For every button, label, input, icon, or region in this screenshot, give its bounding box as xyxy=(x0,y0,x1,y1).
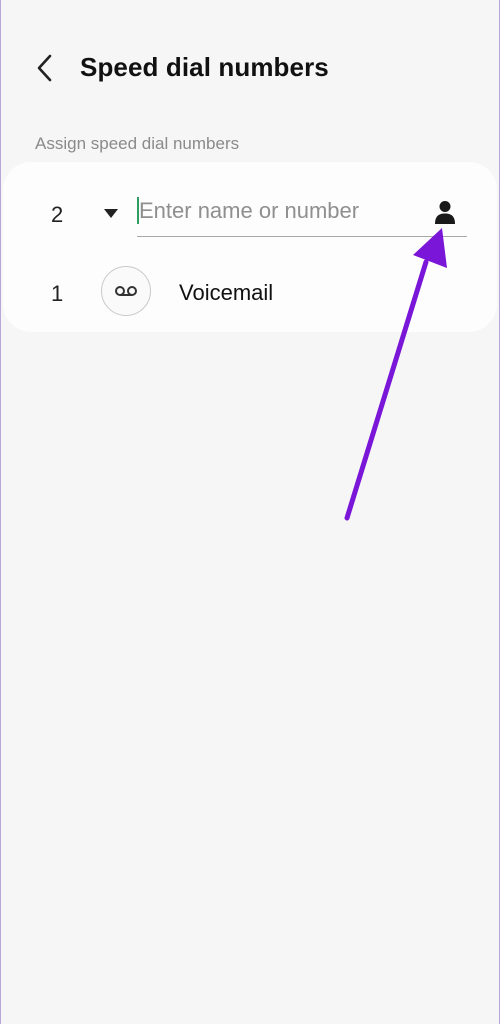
section-label: Assign speed dial numbers xyxy=(35,134,240,153)
person-icon xyxy=(435,201,455,224)
chevron-left-icon xyxy=(37,54,52,82)
speed-dial-card: 2 1 xyxy=(3,162,497,332)
name-or-number-field-wrap xyxy=(137,192,467,237)
page-title: Speed dial numbers xyxy=(80,52,329,82)
contacts-button[interactable] xyxy=(429,196,461,228)
assign-speed-dial-row: 2 xyxy=(3,162,497,262)
app-header: Speed dial numbers xyxy=(1,0,499,136)
voicemail-row[interactable]: 1 Voicemail xyxy=(3,260,497,324)
caret-down-icon xyxy=(104,209,118,218)
slot-number-dropdown[interactable] xyxy=(99,202,123,226)
voicemail-icon xyxy=(115,286,137,296)
back-button[interactable] xyxy=(27,50,63,86)
app-screen: Speed dial numbers Assign speed dial num… xyxy=(0,0,500,1024)
name-or-number-input[interactable] xyxy=(139,194,409,228)
voicemail-label: Voicemail xyxy=(179,280,274,305)
slot-number-selector-value[interactable]: 2 xyxy=(51,202,63,228)
voicemail-slot-number: 1 xyxy=(51,281,64,306)
voicemail-avatar xyxy=(101,266,151,316)
